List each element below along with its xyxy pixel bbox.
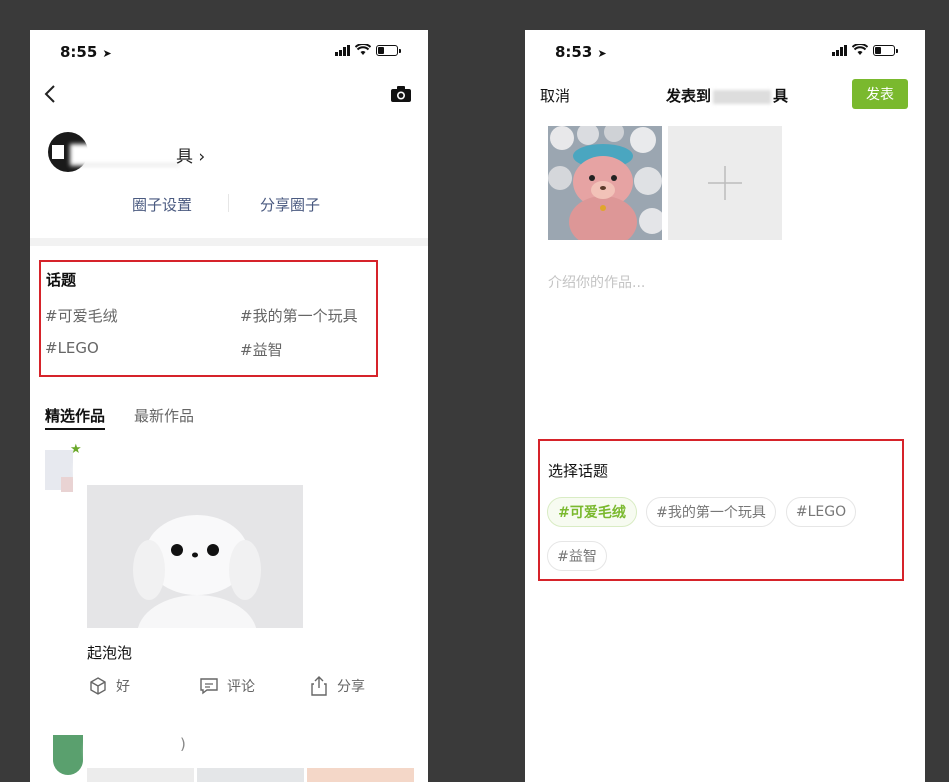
redacted-circle-name xyxy=(70,144,180,166)
circle-home-screen: 8:55 ➤ 具 › 圈子设置 分享圈子 话题 #可爱毛绒 #我的第一个玩具 #… xyxy=(30,30,428,782)
plush-dog-image xyxy=(133,515,261,628)
divider xyxy=(228,194,229,212)
signal-icon xyxy=(335,44,350,56)
redacted-circle-name xyxy=(713,89,772,104)
comment-label: 评论 xyxy=(227,679,255,695)
next-post-image[interactable] xyxy=(307,768,414,782)
avatar-mask xyxy=(52,145,64,159)
topics-highlight-box xyxy=(39,260,378,377)
status-time: 8:55 ➤ xyxy=(60,43,112,61)
like-label: 好 xyxy=(116,679,130,695)
header-title-text: 发表到 xyxy=(666,87,712,105)
add-photo-button[interactable] xyxy=(668,126,782,240)
share-label: 分享 xyxy=(337,679,365,695)
next-post-bracket: ) xyxy=(180,735,186,753)
next-post-image[interactable] xyxy=(197,768,304,782)
camera-icon[interactable] xyxy=(390,85,412,103)
header-title-suffix: 具 xyxy=(773,87,789,105)
wifi-icon xyxy=(852,44,868,55)
location-arrow-icon: ➤ xyxy=(597,47,607,60)
comment-icon xyxy=(200,678,218,695)
wifi-icon xyxy=(355,44,371,55)
header-title: 发表到 具 xyxy=(666,85,788,106)
publish-button[interactable]: 发表 xyxy=(852,79,908,109)
signal-icon xyxy=(832,44,847,56)
topics-highlight-box xyxy=(538,439,904,581)
redacted-next-author xyxy=(85,732,180,770)
chevron-right-icon: › xyxy=(198,147,206,167)
location-arrow-icon: ➤ xyxy=(102,47,112,60)
status-time: 8:53 ➤ xyxy=(555,43,607,61)
tab-featured[interactable]: 精选作品 xyxy=(45,405,105,426)
cube-icon xyxy=(90,677,106,695)
circle-name-link[interactable]: 具 › xyxy=(176,142,205,167)
post-image[interactable] xyxy=(87,485,303,628)
status-icons xyxy=(335,44,401,56)
share-icon xyxy=(311,676,327,696)
status-time-text: 8:53 xyxy=(555,43,593,61)
share-button[interactable]: 分享 xyxy=(309,675,365,697)
plush-bear-photo xyxy=(548,126,662,240)
circle-settings-button[interactable]: 圈子设置 xyxy=(132,194,192,215)
back-icon[interactable] xyxy=(44,84,56,104)
status-time-text: 8:55 xyxy=(60,43,98,61)
tab-latest[interactable]: 最新作品 xyxy=(134,405,194,426)
battery-icon xyxy=(873,44,898,56)
selected-photo[interactable] xyxy=(548,126,662,240)
section-divider xyxy=(30,238,428,246)
plus-icon xyxy=(708,166,742,200)
status-icons xyxy=(832,44,898,56)
post-author-avatar-detail xyxy=(61,477,73,492)
redacted-author-name xyxy=(74,450,154,490)
like-button[interactable]: 好 xyxy=(88,676,130,696)
circle-name-text: 具 xyxy=(176,147,193,167)
tab-underline xyxy=(45,428,105,430)
post-title[interactable]: 起泡泡 xyxy=(87,642,132,663)
share-circle-button[interactable]: 分享圈子 xyxy=(260,194,320,215)
cancel-button[interactable]: 取消 xyxy=(540,85,570,106)
next-post-image[interactable] xyxy=(87,768,194,782)
comment-button[interactable]: 评论 xyxy=(199,676,255,696)
description-input[interactable]: 介绍你的作品... xyxy=(548,272,645,292)
next-post-avatar[interactable] xyxy=(53,735,83,775)
battery-icon xyxy=(376,44,401,56)
publish-post-screen: 8:53 ➤ 取消 发表到 具 发表 介绍你的作品... 选择话题 #可爱毛绒 #… xyxy=(525,30,925,782)
